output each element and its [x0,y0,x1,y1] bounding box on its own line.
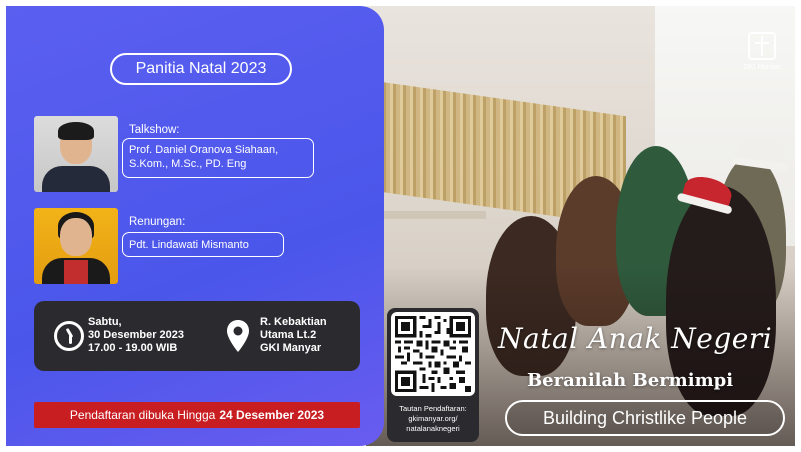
qr-caption: Tautan Pendaftaran: gkimanyar.org/ natal… [389,404,477,434]
event-poster: GKI Manyar Panitia Natal 2023 Talkshow: … [6,6,795,446]
registration-banner: Pendaftaran dibuka Hingga 24 Desember 20… [34,402,360,428]
registration-deadline: 24 Desember 2023 [219,408,325,422]
schedule-time: 17.00 - 19.00 WIB [88,342,178,354]
qr-caption-path[interactable]: natalanaknegeri [389,424,477,434]
renungan-label: Renungan: [129,216,186,228]
location-line2: Utama Lt.2 [260,329,317,341]
church-logo: GKI Manyar [740,32,784,76]
portrait-hair [58,122,94,140]
schedule-text: Sabtu, 30 Desember 2023 17.00 - 19.00 WI… [88,316,184,355]
renungan-speaker-photo [34,208,118,284]
event-subtitle: Beranilah Bermimpi [526,370,734,391]
location-text: R. Kebaktian Utama Lt.2 GKI Manyar [260,316,327,355]
talkshow-speaker-degrees: S.Kom., M.Sc., PD. Eng [129,158,247,170]
photo-shelf [366,211,486,219]
clock-icon [54,321,84,351]
committee-title: Panitia Natal 2023 [110,53,292,85]
info-panel: Panitia Natal 2023 Talkshow: Prof. Danie… [6,6,384,446]
renungan-speaker-name: Pdt. Lindawati Mismanto [129,238,249,251]
schedule-card: Sabtu, 30 Desember 2023 17.00 - 19.00 WI… [34,301,360,371]
registration-text: Pendaftaran dibuka Hingga [69,408,216,422]
talkshow-speaker-box: Prof. Daniel Oranova Siahaan, S.Kom., M.… [122,138,314,178]
talkshow-speaker-name: Prof. Daniel Oranova Siahaan, [129,144,279,156]
qr-caption-label: Tautan Pendaftaran: [399,404,467,413]
location-line1: R. Kebaktian [260,316,327,328]
portrait-head [60,218,92,256]
qr-code-icon[interactable] [395,316,471,392]
event-tagline: Building Christlike People [505,400,785,436]
qr-card: Tautan Pendaftaran: gkimanyar.org/ natal… [387,308,479,442]
location-line3: GKI Manyar [260,342,322,354]
schedule-day: Sabtu, [88,316,122,328]
talkshow-speaker-photo [34,116,118,192]
church-logo-text: GKI Manyar [743,64,781,71]
event-title: Natal Anak Negeri [498,322,773,355]
talkshow-label: Talkshow: [129,124,180,136]
qr-caption-url[interactable]: gkimanyar.org/ [389,414,477,424]
church-logo-icon [748,32,776,60]
portrait-stole [64,260,88,284]
location-pin-icon [227,320,249,352]
renungan-speaker-box: Pdt. Lindawati Mismanto [122,232,284,257]
schedule-date: 30 Desember 2023 [88,329,185,341]
portrait-body [42,166,110,192]
